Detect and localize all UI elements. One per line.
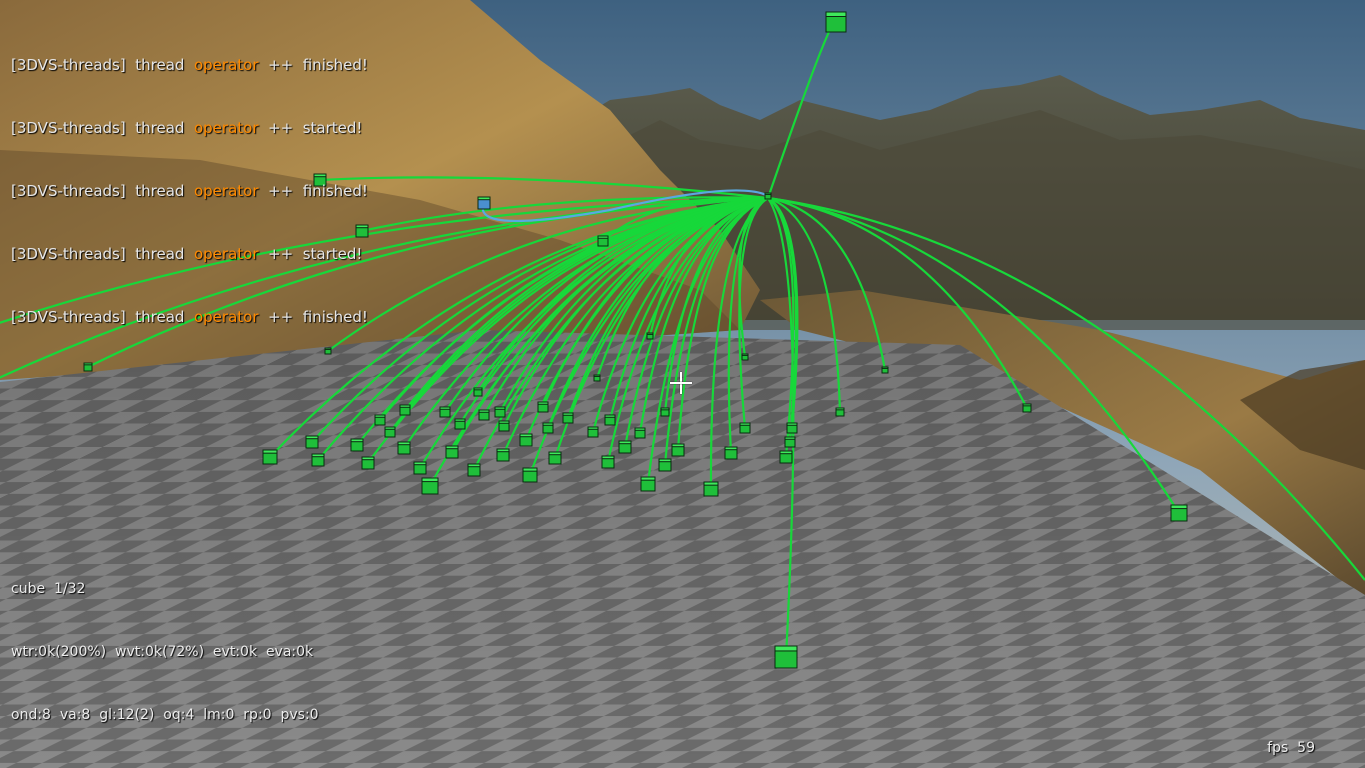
thread-cube[interactable] <box>494 406 506 418</box>
thread-cube[interactable] <box>1170 504 1188 522</box>
log-line: [3DVS-threads] thread operator ++ starte… <box>11 245 363 263</box>
thread-cube[interactable] <box>739 422 751 434</box>
thread-cube[interactable] <box>473 387 483 397</box>
thread-cube[interactable] <box>587 426 599 438</box>
thread-cube[interactable] <box>421 477 439 495</box>
thread-cube-selected[interactable] <box>477 196 491 210</box>
thread-cube[interactable] <box>519 433 533 447</box>
log-line: [3DVS-threads] thread operator ++ finish… <box>11 182 368 200</box>
thread-cube[interactable] <box>671 443 685 457</box>
fps-value: 59 <box>1297 740 1315 756</box>
thread-cube[interactable] <box>397 441 411 455</box>
thread-cube[interactable] <box>784 436 796 448</box>
thread-cube[interactable] <box>262 449 278 465</box>
thread-cube[interactable] <box>522 467 538 483</box>
thread-cube[interactable] <box>660 407 670 417</box>
thread-cube[interactable] <box>646 332 654 340</box>
hud-stats-line2: ond:8 va:8 gl:12(2) oq:4 lm:0 rp:0 pvs:0 <box>11 707 319 723</box>
thread-cube[interactable] <box>496 448 510 462</box>
thread-cube[interactable] <box>835 407 845 417</box>
thread-cube[interactable] <box>1022 403 1032 413</box>
thread-cube[interactable] <box>350 438 364 452</box>
thread-cube[interactable] <box>779 450 793 464</box>
log-line: [3DVS-threads] thread operator ++ starte… <box>11 119 363 137</box>
thread-cube[interactable] <box>498 420 510 432</box>
thread-cube[interactable] <box>658 458 672 472</box>
console-log: [3DVS-threads] thread operator ++ finish… <box>11 13 368 349</box>
thread-cube[interactable] <box>542 422 554 434</box>
thread-cube[interactable] <box>374 414 386 426</box>
thread-cube[interactable] <box>618 440 632 454</box>
log-line: [3DVS-threads] thread operator ++ finish… <box>11 308 368 326</box>
hud-selection: cube 1/32 <box>11 579 319 600</box>
fps-label: fps <box>1267 740 1289 756</box>
thread-cube[interactable] <box>825 11 847 33</box>
hud-stats-line1: wtr:0k(200%) wvt:0k(72%) evt:0k eva:0k <box>11 644 314 660</box>
thread-cube[interactable] <box>640 476 656 492</box>
thread-cube[interactable] <box>384 426 396 438</box>
hud-stats: cube 1/32 wtr:0k(200%) wvt:0k(72%) evt:0… <box>11 537 319 747</box>
thread-cube[interactable] <box>478 409 490 421</box>
thread-cube[interactable] <box>305 435 319 449</box>
thread-cube[interactable] <box>413 461 427 475</box>
log-line: [3DVS-threads] thread operator ++ finish… <box>11 56 368 74</box>
thread-cube[interactable] <box>634 427 646 439</box>
thread-cube[interactable] <box>454 418 466 430</box>
thread-cube[interactable] <box>724 446 738 460</box>
thread-cube[interactable] <box>83 362 93 372</box>
thread-cube[interactable] <box>548 451 562 465</box>
thread-cube[interactable] <box>597 235 609 247</box>
thread-cube[interactable] <box>774 645 798 669</box>
selection-index: 1/32 <box>53 581 86 597</box>
thread-cube[interactable] <box>562 412 574 424</box>
thread-cube[interactable] <box>601 455 615 469</box>
thread-cube[interactable] <box>311 453 325 467</box>
thread-cube[interactable] <box>881 366 889 374</box>
selection-label: cube <box>11 581 46 597</box>
thread-cube[interactable] <box>445 445 459 459</box>
thread-cube[interactable] <box>593 374 601 382</box>
thread-cube[interactable] <box>467 463 481 477</box>
thread-hub-cube[interactable] <box>764 192 772 200</box>
crosshair-icon <box>670 372 692 394</box>
thread-cube[interactable] <box>439 406 451 418</box>
thread-cube[interactable] <box>604 414 616 426</box>
thread-cube[interactable] <box>786 422 798 434</box>
thread-cube[interactable] <box>703 481 719 497</box>
fps-counter: fps 59 <box>1267 740 1315 756</box>
thread-cube[interactable] <box>399 404 411 416</box>
thread-cube[interactable] <box>741 353 749 361</box>
thread-cube[interactable] <box>361 456 375 470</box>
thread-cube[interactable] <box>537 401 549 413</box>
